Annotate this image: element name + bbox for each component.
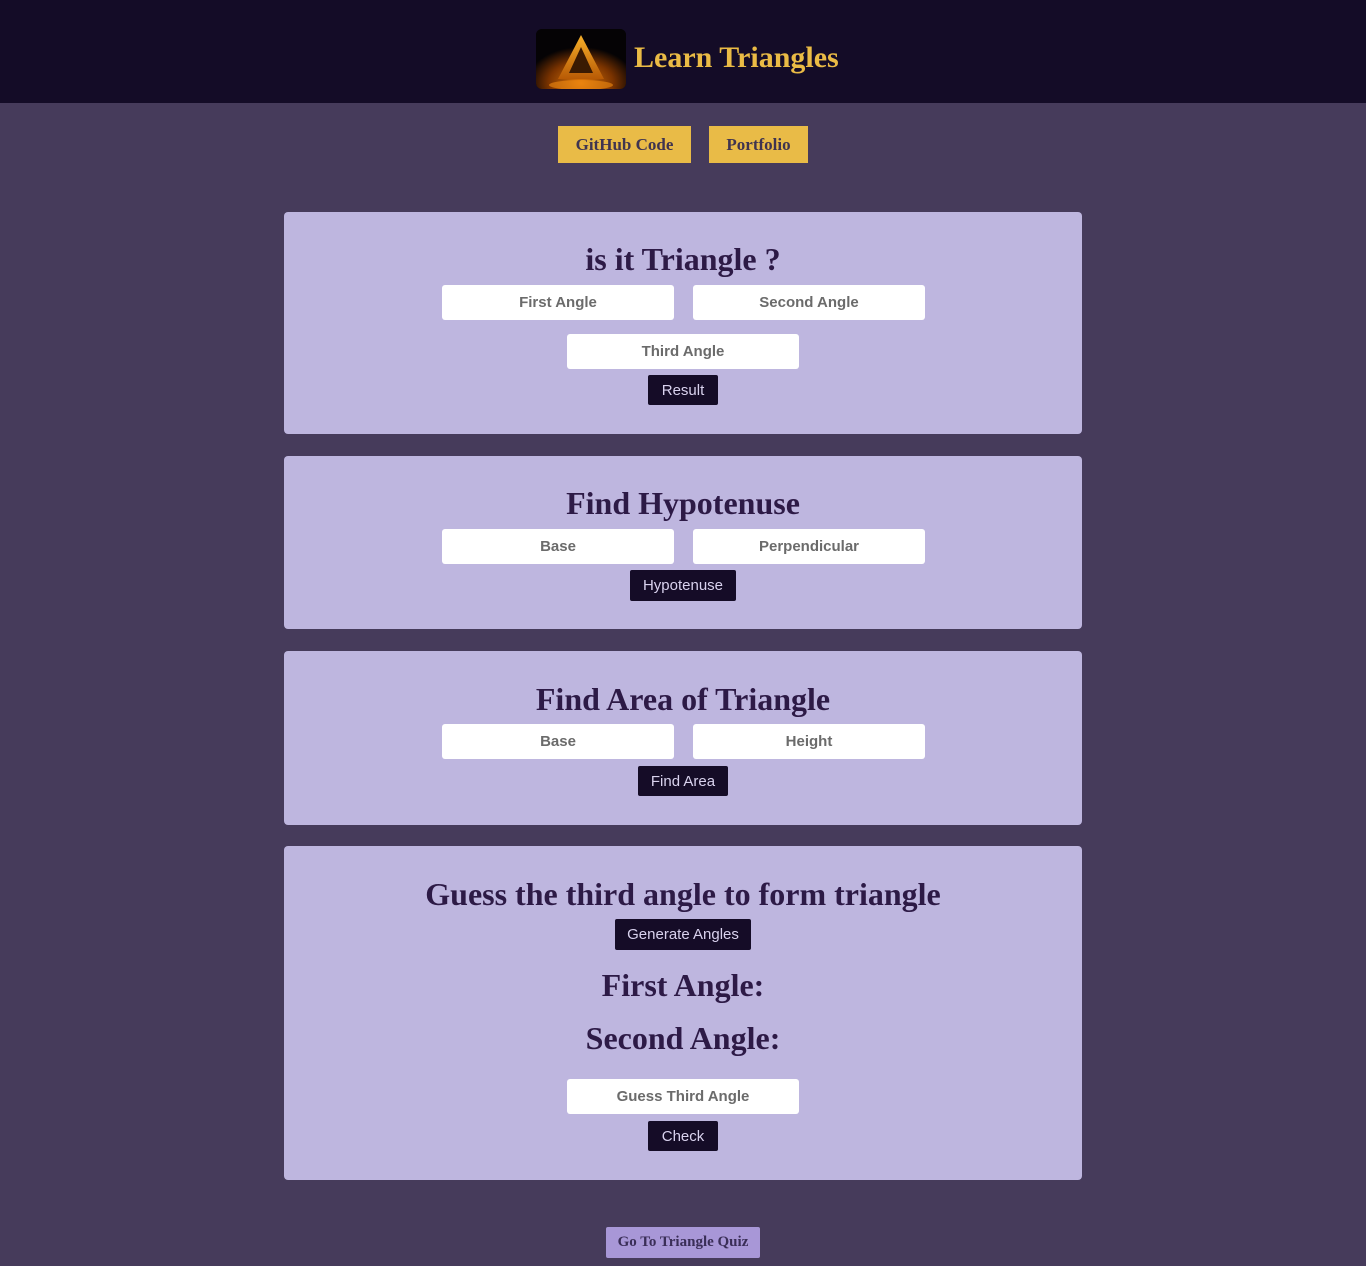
guess-third-angle-input[interactable] (567, 1079, 799, 1114)
triangle-quiz-button[interactable]: Go To Triangle Quiz (606, 1227, 760, 1258)
height-input[interactable] (693, 724, 925, 759)
triangle-logo-icon (536, 29, 626, 89)
third-angle-input[interactable] (567, 334, 799, 369)
first-angle-input[interactable] (442, 285, 674, 320)
guess-angle-title: Guess the third angle to form triangle (425, 876, 941, 912)
hypotenuse-base-input[interactable] (442, 529, 674, 564)
check-button[interactable]: Check (648, 1121, 718, 1151)
find-area-button[interactable]: Find Area (638, 766, 728, 796)
hypotenuse-button[interactable]: Hypotenuse (630, 570, 736, 601)
generate-angles-button[interactable]: Generate Angles (615, 919, 751, 950)
hypotenuse-card: Find Hypotenuse Hypotenuse (284, 456, 1082, 629)
area-base-input[interactable] (442, 724, 674, 759)
area-card: Find Area of Triangle Find Area (284, 651, 1082, 825)
perpendicular-input[interactable] (693, 529, 925, 564)
site-header: Learn Triangles (0, 0, 1366, 103)
result-button[interactable]: Result (648, 375, 718, 405)
site-title: Learn Triangles (634, 41, 839, 74)
hypotenuse-title: Find Hypotenuse (566, 485, 800, 521)
is-triangle-card: is it Triangle ? Result (284, 212, 1082, 434)
area-title: Find Area of Triangle (535, 681, 831, 717)
github-code-button[interactable]: GitHub Code (558, 126, 691, 163)
second-angle-input[interactable] (693, 285, 925, 320)
first-angle-label: First Angle: (601, 967, 765, 1003)
portfolio-button[interactable]: Portfolio (709, 126, 808, 163)
guess-angle-card: Guess the third angle to form triangle G… (284, 846, 1082, 1180)
is-triangle-title: is it Triangle ? (585, 241, 781, 277)
second-angle-label: Second Angle: (585, 1020, 781, 1056)
